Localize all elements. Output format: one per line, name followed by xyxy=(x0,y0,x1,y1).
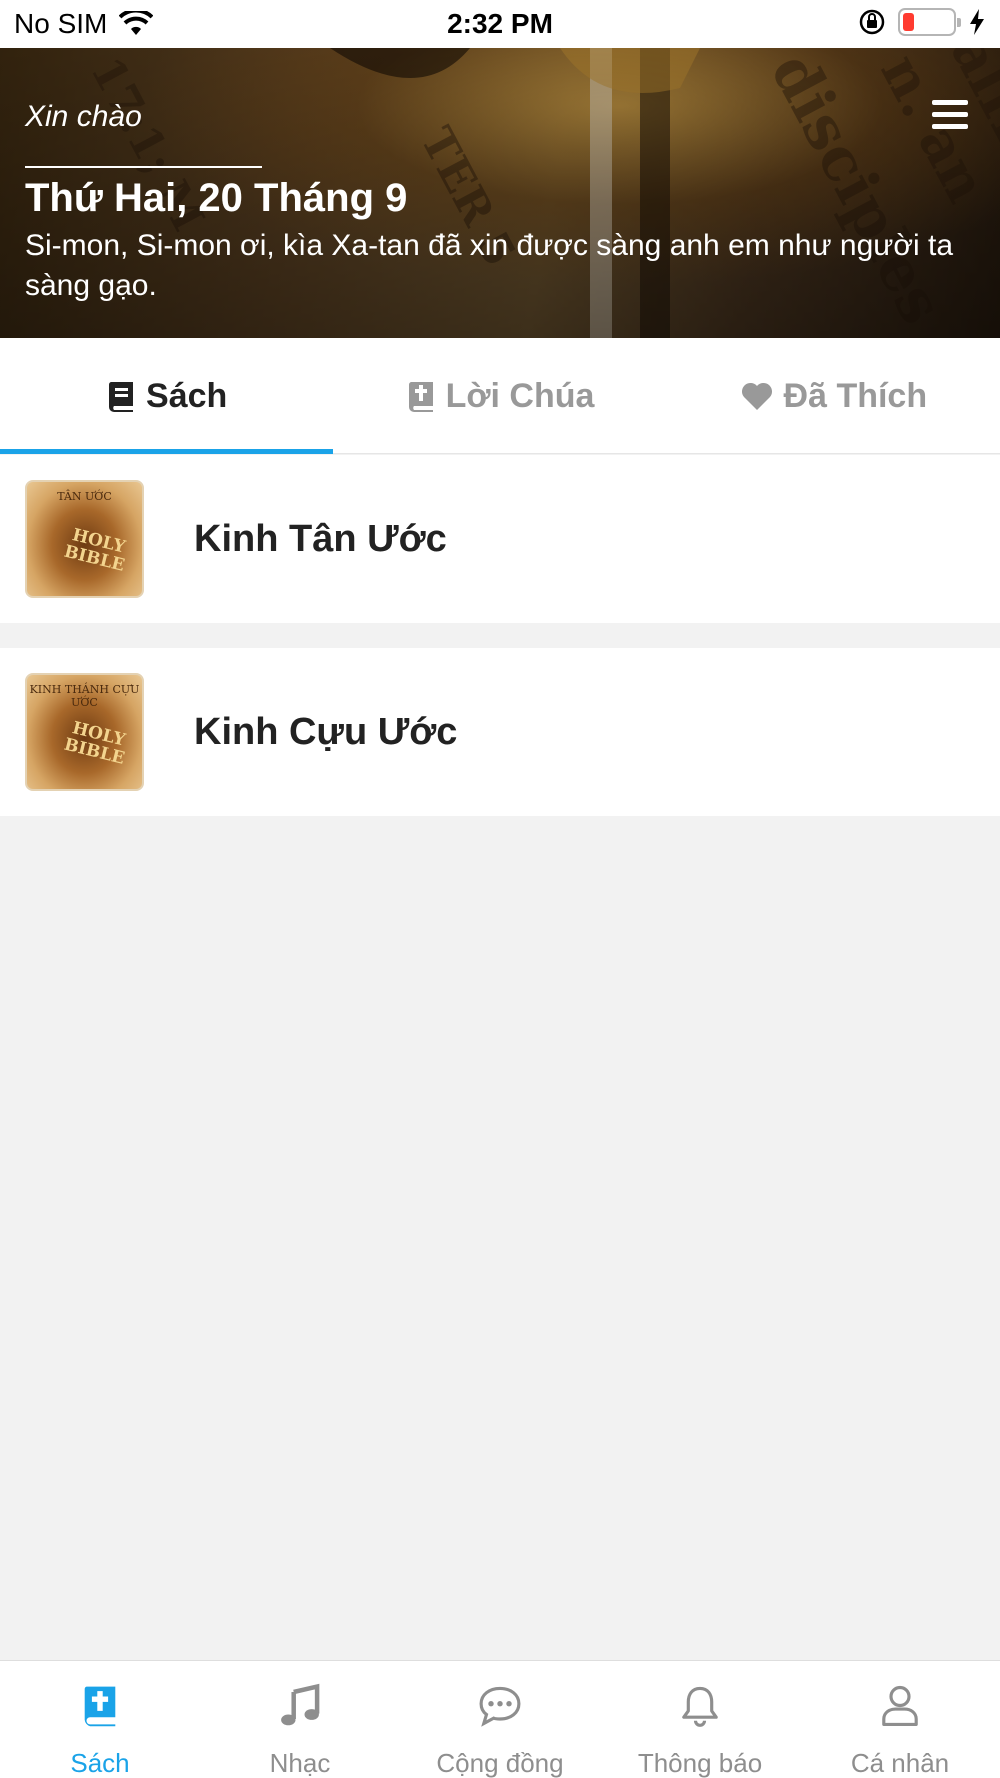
hamburger-menu-icon[interactable] xyxy=(932,100,968,132)
cover-bible-text: HOLY BIBLE xyxy=(62,525,128,576)
status-bar: No SIM 2:32 PM xyxy=(0,0,1000,48)
user-icon xyxy=(882,1685,918,1726)
tab-label: Đã Thích xyxy=(783,376,928,415)
nav-label: Sách xyxy=(70,1748,130,1778)
tab-label: Sách xyxy=(146,376,228,415)
nav-ca-nhan[interactable]: Cá nhân xyxy=(800,1661,1000,1778)
battery-level xyxy=(903,13,914,31)
daily-verse: Si-mon, Si-mon ơi, kìa Xa-tan đã xin đượ… xyxy=(25,229,954,302)
date-title: Thứ Hai, 20 Tháng 9 xyxy=(25,176,408,220)
book-cover-image: TÂN ƯỚC HOLY BIBLE xyxy=(25,480,144,598)
nav-label: Cộng đồng xyxy=(436,1748,564,1778)
nav-thong-bao[interactable]: Thông báo xyxy=(600,1661,800,1778)
cover-top-text: KINH THÁNH CỰU ƯỚC xyxy=(29,683,140,709)
book-icon xyxy=(109,382,134,412)
nav-nhac[interactable]: Nhạc xyxy=(200,1661,400,1778)
nav-label: Cá nhân xyxy=(850,1748,950,1778)
bell-icon xyxy=(682,1686,718,1727)
battery-icon xyxy=(898,8,961,36)
list-item-kinh-tan-uoc[interactable]: TÂN ƯỚC HOLY BIBLE Kinh Tân Ước xyxy=(0,455,1000,623)
tab-sach[interactable]: Sách xyxy=(0,338,334,454)
heart-icon xyxy=(741,382,772,410)
bible-cross-icon xyxy=(408,382,433,412)
chat-bubble-icon xyxy=(479,1686,521,1727)
book-title: Kinh Cựu Ước xyxy=(194,710,458,753)
status-time: 2:32 PM xyxy=(447,8,553,39)
nav-label: Thông báo xyxy=(637,1748,763,1778)
greeting-text: Xin chào xyxy=(25,100,142,133)
music-note-icon xyxy=(281,1683,320,1726)
bible-icon xyxy=(84,1686,116,1727)
cover-bible-text: HOLY BIBLE xyxy=(62,718,128,769)
charging-bolt-icon xyxy=(970,9,984,35)
tab-label: Lời Chúa xyxy=(445,376,595,415)
list-item-kinh-cuu-uoc[interactable]: KINH THÁNH CỰU ƯỚC HOLY BIBLE Kinh Cựu Ư… xyxy=(0,648,1000,816)
cover-top-text: TÂN ƯỚC xyxy=(57,490,112,503)
nav-cong-dong[interactable]: Cộng đồng xyxy=(400,1661,600,1778)
book-title: Kinh Tân Ước xyxy=(194,517,447,560)
tab-da-thich[interactable]: Đã Thích xyxy=(667,338,1000,454)
bottom-nav: Sách Nhạc Cộng đồng Thông báo Cá nhân xyxy=(0,1660,1000,1778)
tab-bar: Sách Lời Chúa Đã Thích xyxy=(0,338,1000,454)
greeting-divider xyxy=(25,166,262,168)
nav-sach[interactable]: Sách xyxy=(0,1661,200,1778)
header-banner: TER 5 17:1; M disciples n. an alHe Xin c… xyxy=(0,48,1000,338)
status-right xyxy=(858,8,986,36)
orientation-lock-icon xyxy=(859,9,885,35)
nav-label: Nhạc xyxy=(269,1748,331,1778)
tab-loi-chua[interactable]: Lời Chúa xyxy=(333,338,666,454)
screen: No SIM 2:32 PM Xin chào Thứ Hai, 20 Thán… xyxy=(0,0,1000,1778)
book-cover-image: KINH THÁNH CỰU ƯỚC HOLY BIBLE xyxy=(25,673,144,791)
